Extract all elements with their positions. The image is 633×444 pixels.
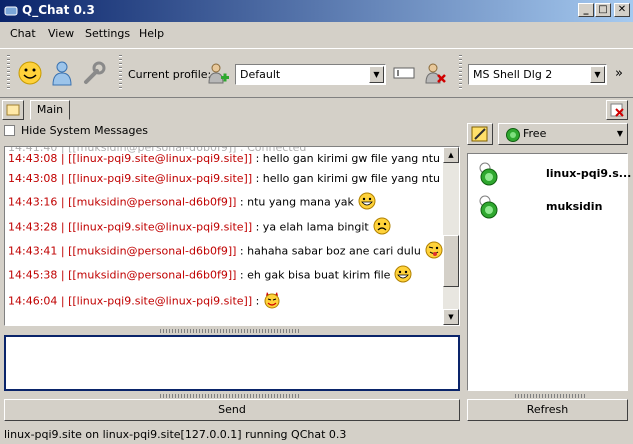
message-meta: 14:43:41 | [[muksidin@personal-d6b0f9]] [8, 244, 237, 258]
menu-view[interactable]: View [48, 27, 74, 40]
chevron-down-icon[interactable]: ▼ [590, 66, 605, 83]
scroll-down-button[interactable]: ▼ [443, 309, 459, 325]
message-text: : hahaha sabar boz ane cari dulu [236, 244, 421, 258]
input-splitter-handle[interactable] [160, 394, 300, 398]
send-button[interactable]: Send [4, 399, 460, 421]
edit-status-button[interactable] [467, 123, 493, 145]
toolbar-grip-2[interactable] [119, 55, 122, 91]
message-text: : hello gan kirimi gw file yang ntu [252, 152, 441, 165]
status-combo[interactable]: Free ▼ [498, 123, 628, 145]
chat-message: 14:43:08 | [[linux-pqi9.site@linux-pqi9.… [8, 172, 440, 185]
tab-bar: Main [0, 98, 633, 122]
userlist-splitter-handle[interactable] [515, 394, 585, 398]
chat-message: 14:43:16 | [[muksidin@personal-d6b0f9]] … [8, 192, 376, 213]
current-profile-label: Current profile: [128, 68, 212, 81]
wrench-icon[interactable] [80, 59, 108, 87]
title-bar[interactable]: Q_Chat 0.3 _ □ ✕ [0, 0, 633, 22]
window-title: Q_Chat 0.3 [22, 3, 95, 17]
chat-message: 14:46:04 | [[linux-pqi9.site@linux-pqi9.… [8, 291, 281, 312]
new-tab-button[interactable] [2, 100, 24, 120]
chat-message: 14:43:41 | [[muksidin@personal-d6b0f9]] … [8, 241, 443, 262]
close-tab-icon [610, 103, 624, 117]
delete-profile-icon[interactable] [423, 61, 447, 85]
message-meta: 14:43:08 | [[linux-pqi9.site@linux-pqi9.… [8, 172, 253, 185]
font-combo[interactable]: MS Shell Dlg 2 ▼ [468, 64, 607, 85]
menu-chat[interactable]: Chat [10, 27, 36, 40]
message-meta: 14:43:28 | [[linux-pqi9.site@linux-pqi9.… [8, 220, 253, 234]
toolbar-overflow-button[interactable]: » [615, 66, 623, 81]
user-name: linux-pqi9.s... [546, 167, 632, 180]
status-value: Free [523, 127, 547, 140]
scroll-thumb[interactable] [443, 235, 459, 287]
online-status-icon [506, 128, 520, 142]
message-text: : ya elah lama bingit [252, 220, 369, 234]
chat-message: 14:43:28 | [[linux-pqi9.site@linux-pqi9.… [8, 217, 391, 238]
toolbar: Current profile: Default ▼ MS Shell Dlg … [0, 48, 633, 98]
profile-combo-value: Default [240, 68, 281, 81]
chat-splitter-handle[interactable] [160, 329, 300, 333]
message-input[interactable] [4, 335, 460, 391]
message-text: : eh gak bisa buat kirim file [236, 268, 391, 282]
hide-system-messages-checkbox[interactable] [4, 125, 15, 136]
chat-scrollbar[interactable]: ▲ ▼ [443, 147, 459, 325]
hide-system-messages-label: Hide System Messages [21, 124, 149, 137]
add-profile-icon[interactable] [206, 61, 230, 85]
chevron-down-icon[interactable]: ▼ [369, 66, 384, 83]
rename-profile-icon[interactable] [392, 61, 416, 85]
chevron-down-icon[interactable]: ▼ [617, 124, 623, 144]
menu-bar: Chat View Settings Help [0, 22, 633, 46]
message-meta: 14:43:16 | [[muksidin@personal-d6b0f9]] [8, 195, 237, 209]
grin-smiley-icon [358, 192, 376, 213]
status-bar: linux-pqi9.site on linux-pqi9.site[127.0… [4, 428, 347, 441]
tab-main[interactable]: Main [30, 100, 70, 120]
message-meta: 14:43:08 | [[linux-pqi9.site@linux-pqi9.… [8, 152, 253, 165]
toolbar-grip-3[interactable] [459, 55, 462, 91]
pencil-icon [471, 126, 488, 142]
tongue-smiley-icon [425, 241, 443, 262]
message-meta: 14:45:38 | [[muksidin@personal-d6b0f9]] [8, 268, 237, 282]
user-list-item[interactable]: muksidin [472, 192, 622, 220]
app-icon [4, 6, 18, 16]
menu-help[interactable]: Help [139, 27, 164, 40]
font-combo-value: MS Shell Dlg 2 [473, 68, 553, 81]
user-list-item[interactable]: linux-pqi9.s... [472, 159, 631, 187]
chat-message: 14:45:38 | [[muksidin@personal-d6b0f9]] … [8, 265, 412, 286]
smiley-icon[interactable] [16, 59, 44, 87]
close-button[interactable]: ✕ [614, 3, 630, 17]
user-online-icon [479, 162, 498, 186]
user-list[interactable]: linux-pqi9.s... muksidin [467, 153, 631, 391]
user-name: muksidin [546, 200, 603, 213]
sad-smiley-icon [373, 217, 391, 238]
message-meta: 14:46:04 | [[linux-pqi9.site@linux-pqi9.… [8, 294, 253, 308]
close-tab-button[interactable] [606, 100, 628, 120]
refresh-button[interactable]: Refresh [467, 399, 628, 421]
maximize-button[interactable]: □ [595, 3, 611, 17]
menu-settings[interactable]: Settings [85, 27, 130, 40]
profile-combo[interactable]: Default ▼ [235, 64, 386, 85]
user-icon[interactable] [48, 59, 76, 87]
grin-smiley-icon [394, 265, 412, 286]
new-tab-icon [6, 104, 20, 116]
message-text: : hello gan kirimi gw file yang ntu [252, 172, 441, 185]
chat-log[interactable]: 14:41:40 | [[muksidin@personal-d6b0f9]] … [4, 146, 460, 326]
user-online-icon [479, 195, 498, 219]
minimize-button[interactable]: _ [578, 3, 594, 17]
devil-smiley-icon [263, 291, 281, 312]
message-text: : [252, 294, 260, 308]
chat-message: 14:43:08 | [[linux-pqi9.site@linux-pqi9.… [8, 152, 440, 165]
toolbar-grip[interactable] [7, 55, 10, 91]
message-text: : ntu yang mana yak [236, 195, 354, 209]
scroll-up-button[interactable]: ▲ [443, 147, 459, 163]
